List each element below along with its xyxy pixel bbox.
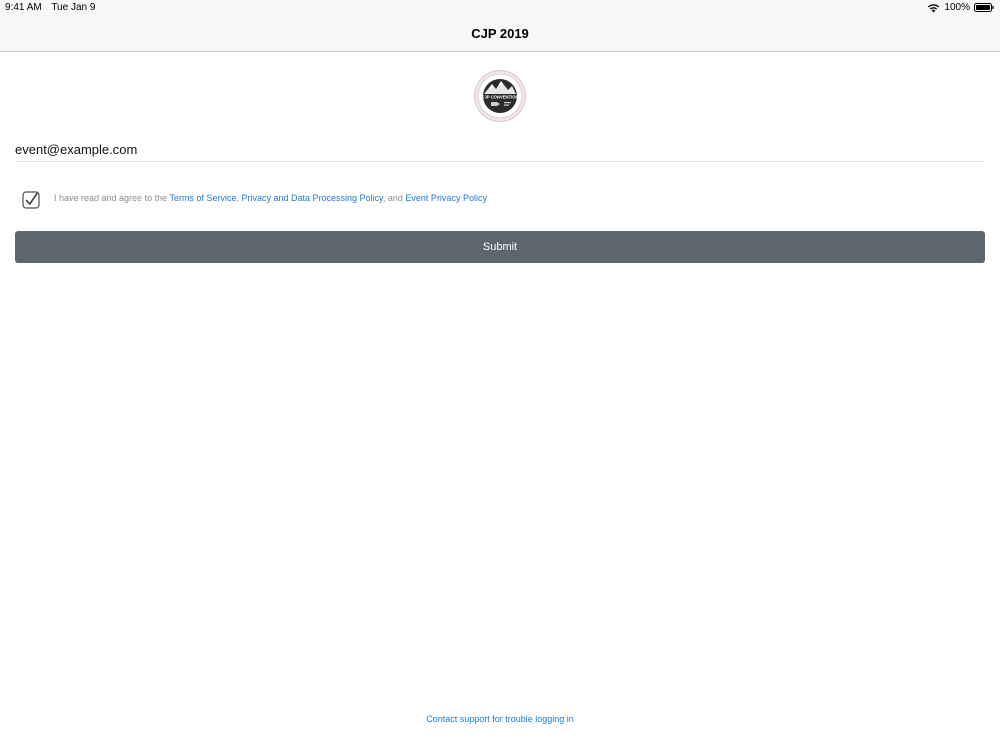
submit-button[interactable]: Submit (15, 231, 985, 263)
page-title: CJP 2019 (471, 26, 529, 41)
privacy-policy-link[interactable]: Privacy and Data Processing Policy (241, 193, 382, 203)
event-privacy-policy-link[interactable]: Event Privacy Policy (405, 193, 487, 203)
wifi-icon (928, 3, 940, 12)
email-field[interactable] (15, 141, 985, 162)
agreement-text: I have read and agree to the Terms of Se… (54, 193, 487, 203)
terms-of-service-link[interactable]: Terms of Service (169, 193, 236, 203)
logo-text: CJP CONVENTION (481, 95, 518, 100)
agreement-and: , and (382, 193, 406, 203)
status-bar: 9:41 AM Tue Jan 9 100% (0, 0, 1000, 16)
battery-icon (974, 3, 994, 12)
event-logo: CJP CONVENTION (474, 70, 526, 122)
login-screen: 9:41 AM Tue Jan 9 100% CJP 2019 CJP CONV… (0, 0, 1000, 750)
agreement-prefix: I have read and agree to the (54, 193, 170, 203)
contact-support-link[interactable]: Contact support for trouble logging in (0, 714, 1000, 724)
status-date: Tue Jan 9 (51, 2, 96, 13)
navigation-bar: CJP 2019 (0, 16, 1000, 52)
status-left: 9:41 AM Tue Jan 9 (5, 2, 102, 13)
status-right: 100% (927, 2, 994, 13)
agreement-checkbox[interactable] (22, 191, 40, 209)
battery-percentage: 100% (944, 2, 970, 13)
status-time: 9:41 AM (5, 2, 42, 13)
